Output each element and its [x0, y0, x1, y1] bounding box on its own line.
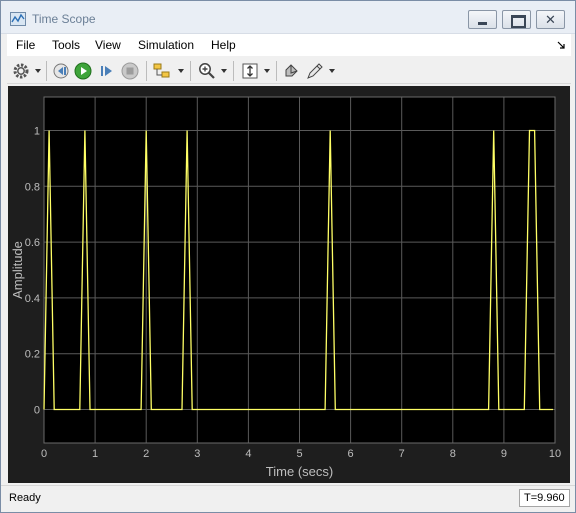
step-back-icon[interactable] — [51, 61, 71, 81]
measure-icon[interactable] — [305, 61, 325, 81]
x-tick-label: 9 — [501, 448, 507, 460]
menu-simulation[interactable]: Simulation — [138, 38, 194, 52]
y-tick-label: 0.4 — [25, 293, 40, 305]
x-tick-label: 10 — [549, 448, 561, 460]
window-title: Time Scope — [32, 12, 96, 26]
zoom-dropdown-arrow[interactable] — [221, 69, 227, 73]
status-bar: Ready T=9.960 — [1, 485, 575, 512]
maximize-button[interactable] — [502, 10, 531, 29]
toolbar-separator — [146, 61, 147, 81]
minimize-button[interactable] — [468, 10, 497, 29]
stop-icon[interactable] — [120, 61, 140, 81]
y-axis-label: Amplitude — [10, 241, 25, 299]
toolbar — [7, 58, 571, 84]
autoscale-icon[interactable] — [240, 61, 260, 81]
x-tick-label: 1 — [92, 448, 98, 460]
autoscale-dropdown-arrow[interactable] — [264, 69, 270, 73]
x-tick-label: 5 — [296, 448, 302, 460]
signal-select-icon[interactable] — [152, 61, 172, 81]
x-tick-label: 0 — [41, 448, 47, 460]
menu-bar: File Tools View Simulation Help — [7, 34, 571, 56]
simulation-time-readout: T=9.960 — [519, 489, 570, 507]
close-button[interactable]: ✕ — [536, 10, 565, 29]
run-icon[interactable] — [73, 61, 93, 81]
step-forward-icon[interactable] — [97, 61, 117, 81]
y-tick-label: 0.8 — [25, 181, 40, 193]
gear-icon[interactable] — [11, 61, 31, 81]
time-scope-plot[interactable]: 0 1 2 3 4 5 6 7 8 9 10 0 0.2 0.4 0.6 0.8 1 Time (secs) Amp… — [8, 86, 570, 483]
gear-dropdown-arrow[interactable] — [35, 69, 41, 73]
measure-dropdown-arrow[interactable] — [329, 69, 335, 73]
x-tick-label: 4 — [245, 448, 251, 460]
zoom-in-icon[interactable] — [197, 61, 217, 81]
menu-view[interactable]: View — [95, 38, 121, 52]
highlight-icon[interactable] — [282, 61, 302, 81]
x-tick-label: 6 — [348, 448, 354, 460]
toolbar-separator — [233, 61, 234, 81]
y-tick-label: 0 — [34, 405, 40, 417]
x-axis-label: Time (secs) — [266, 464, 333, 479]
y-tick-label: 0.2 — [25, 349, 40, 361]
menu-tools[interactable]: Tools — [52, 38, 80, 52]
time-scope-window: Time Scope ✕ File Tools View Simulation … — [0, 0, 576, 513]
menu-help[interactable]: Help — [211, 38, 236, 52]
title-bar[interactable]: Time Scope ✕ — [1, 1, 575, 34]
x-tick-label: 2 — [143, 448, 149, 460]
undock-arrow-icon[interactable] — [557, 41, 565, 49]
signal-select-dropdown-arrow[interactable] — [178, 69, 184, 73]
toolbar-separator — [276, 61, 277, 81]
scope-app-icon — [10, 12, 26, 26]
toolbar-separator — [190, 61, 191, 81]
toolbar-separator — [46, 61, 47, 81]
x-tick-label: 8 — [450, 448, 456, 460]
x-tick-label: 3 — [194, 448, 200, 460]
x-tick-label: 7 — [399, 448, 405, 460]
y-tick-label: 0.6 — [25, 237, 40, 249]
status-text: Ready — [9, 492, 41, 504]
close-icon: ✕ — [545, 12, 556, 27]
menu-file[interactable]: File — [16, 38, 35, 52]
y-tick-label: 1 — [34, 125, 40, 137]
